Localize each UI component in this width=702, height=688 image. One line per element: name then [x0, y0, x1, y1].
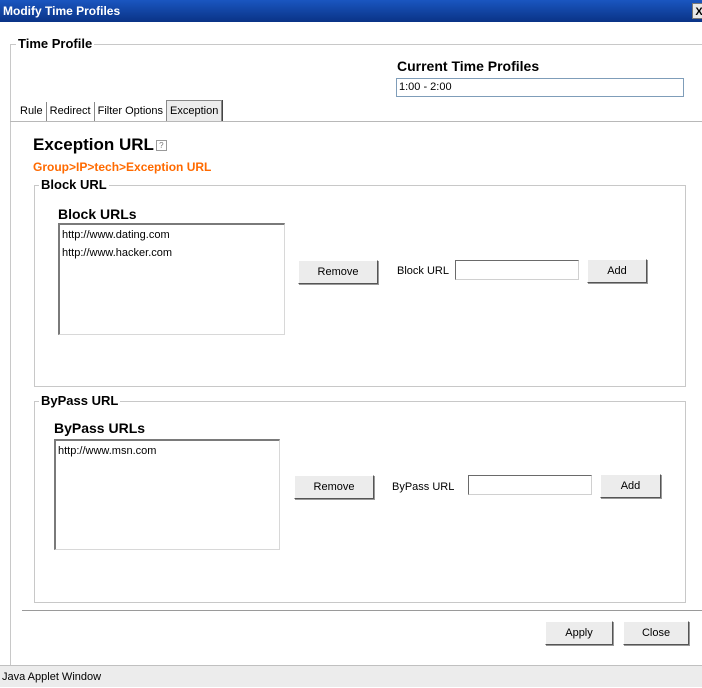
footer-divider [22, 610, 702, 611]
window-title: Modify Time Profiles [3, 4, 121, 18]
block-remove-button[interactable]: Remove [298, 260, 378, 284]
block-add-button[interactable]: Add [587, 259, 647, 283]
tab-redirect[interactable]: Redirect [45, 102, 94, 122]
help-icon[interactable]: ? [155, 140, 167, 151]
bypass-urls-label: ByPass URLs [54, 420, 146, 436]
breadcrumb: Group>IP>tech>Exception URL [33, 160, 212, 174]
close-icon[interactable]: X [692, 3, 702, 19]
bypass-add-button[interactable]: Add [600, 474, 661, 498]
current-profiles-field[interactable]: 1:00 - 2:00 [396, 78, 684, 97]
bypass-url-field-label: ByPass URL [392, 481, 455, 493]
block-url-legend: Block URL [39, 177, 109, 192]
close-button[interactable]: Close [623, 621, 689, 645]
block-urls-list[interactable]: http://www.dating.com http://www.hacker.… [58, 223, 285, 335]
block-urls-label: Block URLs [58, 206, 137, 222]
block-url-field-label: Block URL [397, 265, 449, 277]
tab-filter-options[interactable]: Filter Options [93, 102, 167, 122]
tab-divider [10, 121, 702, 122]
exception-title-text: Exception URL [33, 135, 154, 154]
block-url-input[interactable] [455, 260, 579, 280]
bypass-url-input[interactable] [468, 475, 592, 495]
bypass-urls-list[interactable]: http://www.msn.com [54, 439, 280, 550]
bypass-remove-button[interactable]: Remove [294, 475, 374, 499]
exception-title: Exception URL? [33, 135, 167, 155]
window-title-bar: Modify Time Profiles X [0, 0, 702, 22]
tab-bar: Rule Redirect Filter Options Exception [18, 100, 223, 122]
list-item[interactable]: http://www.dating.com [62, 226, 282, 244]
apply-button[interactable]: Apply [545, 621, 613, 645]
section-title: Time Profile [16, 36, 95, 51]
tab-exception[interactable]: Exception [166, 100, 223, 122]
status-bar: Java Applet Window [0, 665, 702, 687]
bypass-url-legend: ByPass URL [39, 393, 121, 408]
tab-rule[interactable]: Rule [18, 102, 46, 122]
list-item[interactable]: http://www.msn.com [58, 442, 277, 460]
current-profiles-label: Current Time Profiles [397, 58, 540, 74]
list-item[interactable]: http://www.hacker.com [62, 244, 282, 262]
